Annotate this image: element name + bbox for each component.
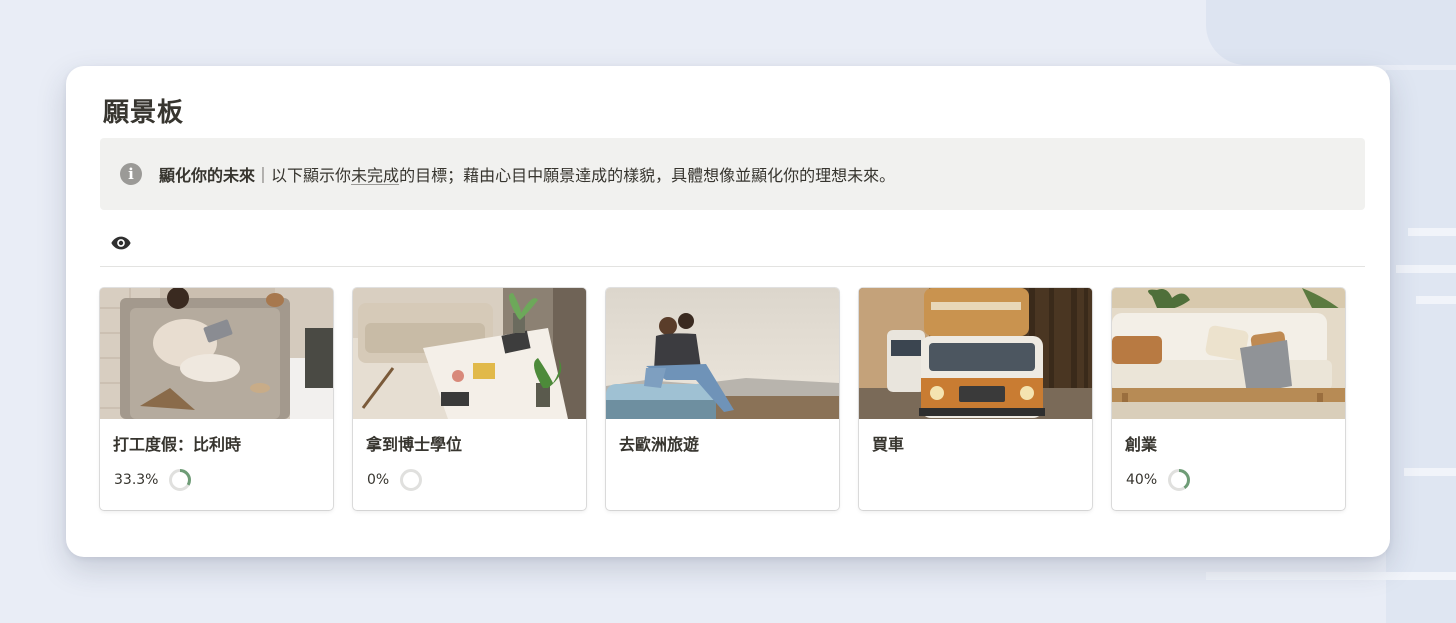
card-title: 創業: [1125, 435, 1158, 454]
goal-card[interactable]: 去歐洲旅遊: [606, 288, 839, 510]
callout-link-incomplete[interactable]: 未完成: [351, 166, 399, 185]
card-title: 打工度假：比利時: [113, 435, 242, 454]
progress-indicator: 33.3%: [114, 468, 192, 492]
page-title: 願景板: [103, 98, 185, 128]
progress-ring: [169, 469, 192, 491]
info-callout: i 顯化你的未來｜以下顯示你未完成的目標；藉由心目中願景達成的樣貌，具體想像並顯…: [100, 138, 1365, 210]
eye-icon[interactable]: [110, 232, 132, 254]
progress-indicator: 0%: [367, 468, 423, 492]
card-title: 買車: [872, 435, 905, 454]
vision-board-panel: 願景板 i 顯化你的未來｜以下顯示你未完成的目標；藉由心目中願景達成的樣貌，具體…: [66, 66, 1390, 557]
card-cover-image: [353, 288, 586, 419]
card-cover-image: [100, 288, 333, 419]
progress-ring: [400, 469, 423, 491]
goal-card[interactable]: 買車: [859, 288, 1092, 510]
info-icon: i: [120, 163, 142, 185]
goal-card[interactable]: 創業 40%: [1112, 288, 1345, 510]
goal-card[interactable]: 拿到博士學位 0%: [353, 288, 586, 510]
divider: [100, 266, 1365, 267]
card-cover-image: [859, 288, 1092, 419]
progress-label: 33.3%: [114, 472, 159, 488]
progress-label: 40%: [1126, 472, 1158, 488]
card-cover-image: [606, 288, 839, 419]
callout-text-end: 的目標；藉由心目中願景達成的樣貌，具體想像並顯化你的理想未來。: [399, 166, 896, 185]
progress-label: 0%: [367, 472, 390, 488]
card-title: 拿到博士學位: [366, 435, 463, 454]
card-title: 去歐洲旅遊: [619, 435, 700, 454]
callout-separator: ｜: [255, 166, 272, 185]
progress-indicator: 40%: [1126, 468, 1191, 492]
callout-text-start: 以下顯示你: [271, 166, 352, 185]
goal-card[interactable]: 打工度假：比利時 33.3%: [100, 288, 333, 510]
progress-ring: [1168, 469, 1191, 491]
card-cover-image: [1112, 288, 1345, 419]
callout-heading: 顯化你的未來: [159, 166, 256, 185]
gallery: 打工度假：比利時 33.3% 拿到博士學位 0% 去歐洲旅遊 買車 創業 40%: [100, 288, 1345, 510]
callout-text: 顯化你的未來｜以下顯示你未完成的目標；藉由心目中願景達成的樣貌，具體想像並顯化你…: [159, 162, 895, 186]
